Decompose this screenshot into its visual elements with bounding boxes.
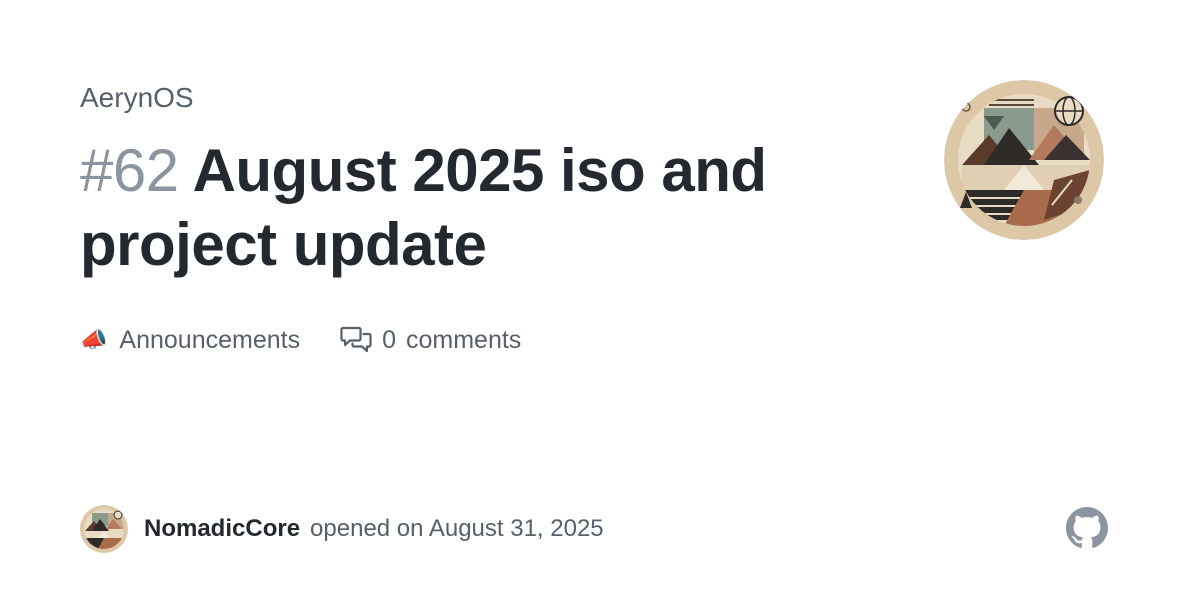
category-label[interactable]: Announcements <box>119 322 300 358</box>
discussion-title[interactable]: #62 August 2025 iso and project update <box>80 134 780 282</box>
discussion-meta: 📣 Announcements 0 comments <box>80 322 521 358</box>
opened-date: opened on August 31, 2025 <box>310 515 604 542</box>
discussion-title-text: August 2025 iso and project update <box>80 137 767 278</box>
comment-label: comments <box>406 326 522 354</box>
author-name[interactable]: NomadicCore <box>144 515 300 543</box>
github-mark-icon <box>1066 507 1108 549</box>
repo-avatar <box>944 80 1104 240</box>
discussion-number: #62 <box>80 137 179 204</box>
author-avatar[interactable] <box>80 505 128 553</box>
megaphone-icon: 📣 <box>80 327 108 352</box>
repo-owner[interactable]: AerynOS <box>80 80 194 116</box>
author-row: NomadicCore opened on August 31, 2025 <box>80 505 604 553</box>
discussion-social-card: AerynOS #62 August 2025 iso and project … <box>0 0 1200 600</box>
comment-discussion-icon <box>340 324 372 356</box>
comment-count: 0 <box>382 326 396 354</box>
